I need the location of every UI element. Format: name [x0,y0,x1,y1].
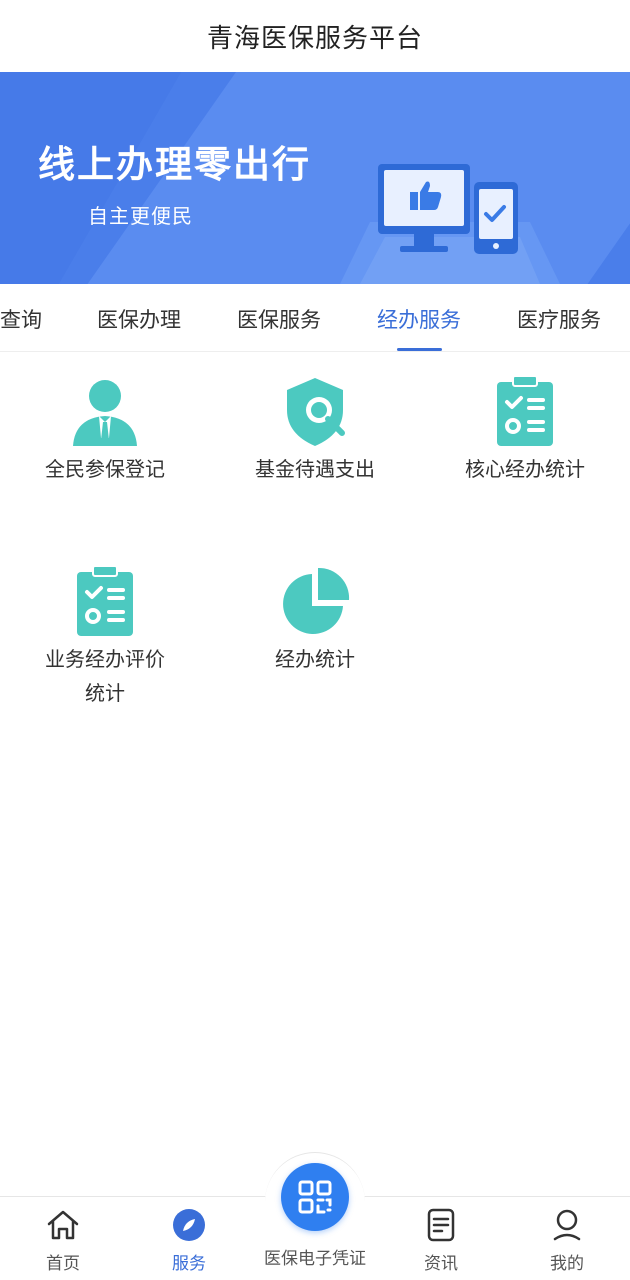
nav-mine-label: 我的 [550,1254,584,1274]
qr-button-label[interactable]: 医保电子凭证 [255,1244,375,1269]
banner-title: 线上办理零出行 [38,143,311,186]
shield-search-icon [287,378,345,446]
page-title: 青海医保服务平台 [206,23,423,54]
service-evaluation-statistics[interactable]: 业务经办评价统计 [0,566,210,710]
tab-insurance-handling[interactable]: 医保办理 [97,304,181,334]
service-label: 核心经办统计 [465,457,585,481]
nav-mine[interactable]: 我的 [527,1207,607,1274]
active-tab-indicator [397,348,442,351]
computer-thumbs-up-illustration [340,164,560,284]
tab-insurance-services[interactable]: 医保服务 [237,304,321,334]
pie-chart-icon [283,567,350,634]
app-header: 青海医保服务平台 [0,0,630,72]
nav-services[interactable]: 服务 [149,1207,229,1274]
service-fund-benefits[interactable]: 基金待遇支出 [210,376,420,486]
user-icon [553,1209,581,1241]
qr-code-icon [298,1180,332,1214]
tab-query[interactable]: 查询 [0,304,42,334]
clipboard-checklist-icon [497,376,553,446]
tab-medical-services[interactable]: 医疗服务 [517,304,601,334]
nav-home[interactable]: 首页 [23,1207,103,1274]
home-icon [47,1210,79,1240]
service-label: 基金待遇支出 [255,457,375,481]
compass-icon [173,1209,205,1241]
service-label: 业务经办评价统计 [45,647,165,705]
banner-subtitle: 自主更便民 [88,204,193,228]
category-tabs: 查询 医保办理 医保服务 经办服务 医疗服务 [0,284,630,352]
nav-news[interactable]: 资讯 [401,1207,481,1274]
service-label: 全民参保登记 [45,457,165,481]
service-label: 经办统计 [275,647,355,671]
service-agency-statistics[interactable]: 经办统计 [210,566,420,676]
tab-agency-services[interactable]: 经办服务 [377,304,461,334]
promo-banner[interactable]: 线上办理零出行 自主更便民 [0,72,630,284]
nav-news-label: 资讯 [424,1254,458,1274]
medical-insurance-qr-button[interactable] [281,1163,349,1231]
nav-services-label: 服务 [172,1254,206,1274]
person-icon [73,380,137,446]
service-universal-enrollment[interactable]: 全民参保登记 [0,376,210,486]
nav-home-label: 首页 [46,1254,80,1274]
service-core-statistics[interactable]: 核心经办统计 [420,376,630,486]
document-icon [427,1208,455,1242]
clipboard-checklist-icon [77,566,133,636]
